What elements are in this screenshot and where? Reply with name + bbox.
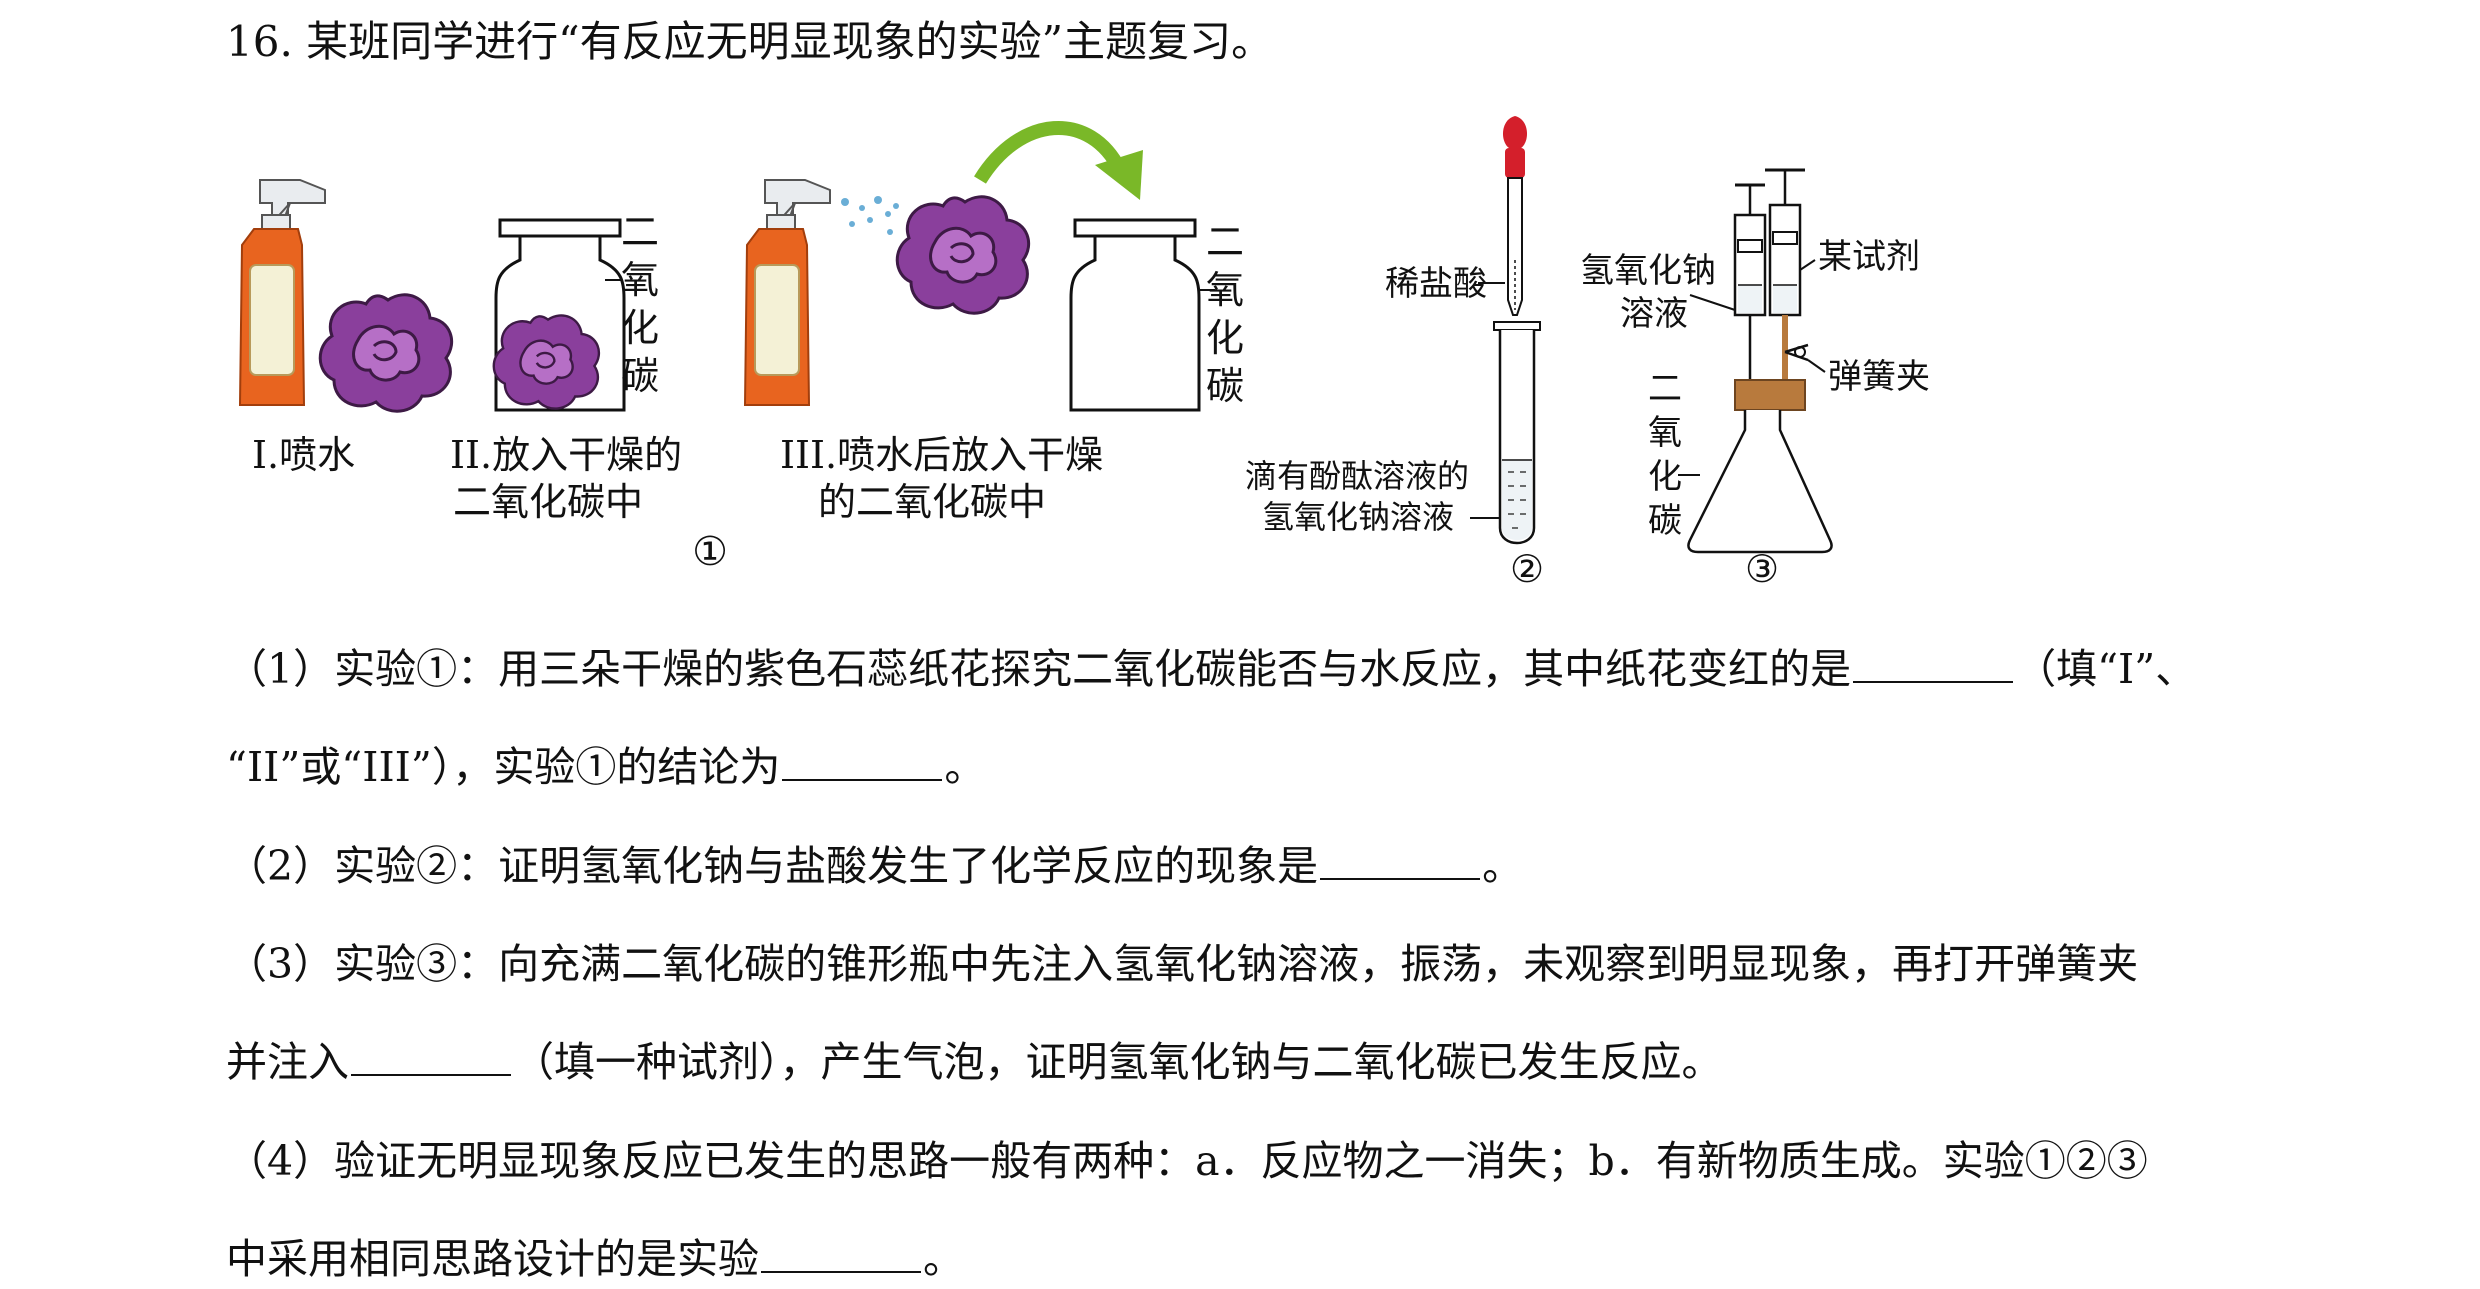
jar-label-char: 氧 bbox=[1206, 268, 1244, 312]
experiment-3-number: ③ bbox=[1745, 547, 1779, 591]
naoh-label-line1: 氢氧化钠 bbox=[1580, 251, 1716, 291]
question-4-line2: 中采用相同思路设计的是实验 。 bbox=[226, 1225, 964, 1285]
spray-bottle-icon bbox=[239, 179, 326, 406]
syringe-naoh-icon bbox=[1733, 183, 1767, 380]
spray-bottle-icon bbox=[744, 179, 831, 406]
flower-in-jar-icon bbox=[492, 314, 601, 410]
reagent-label: 某试剂 bbox=[1818, 237, 1920, 277]
q2-text-a: （2）实验②：证明氢氧化钠与盐酸发生了化学反应的现象是 bbox=[226, 842, 1319, 890]
dropper-label: 稀盐酸 bbox=[1385, 264, 1487, 304]
question-3-line1: （3）实验③：向充满二氧化碳的锥形瓶中先注入氢氧化钠溶液，振荡，未观察到明显现象… bbox=[226, 940, 2139, 988]
q1-conclusion-blank[interactable] bbox=[782, 745, 943, 781]
experiment-2-number: ② bbox=[1510, 547, 1544, 591]
jar-label-char: 氧 bbox=[621, 258, 659, 302]
step2-label-line2: 二氧化碳中 bbox=[453, 480, 643, 524]
jar-label-char: 碳 bbox=[1206, 364, 1244, 408]
step3-label-line1: III.喷水后放入干燥 bbox=[780, 433, 1103, 477]
clip-label: 弹簧夹 bbox=[1828, 357, 1930, 397]
wet-flower-icon bbox=[895, 195, 1031, 315]
question-2: （2）实验②：证明氢氧化钠与盐酸发生了化学反应的现象是 。 bbox=[226, 832, 1523, 892]
experiment-1-number: ① bbox=[692, 529, 728, 575]
step2-label-line1: II.放入干燥的 bbox=[450, 433, 682, 477]
q2-text-b: 。 bbox=[1482, 842, 1524, 890]
jar-label-char: 化 bbox=[621, 306, 659, 350]
q3-text-a: 并注入 bbox=[226, 1038, 349, 1086]
tube-label-line1: 滴有酚酞溶液的 bbox=[1245, 457, 1469, 495]
arrow-head-icon bbox=[1095, 150, 1143, 200]
question-1-line2: “II”或“III”），实验①的结论为 。 bbox=[226, 733, 985, 793]
tube-label-line2: 氢氧化钠溶液 bbox=[1262, 498, 1454, 536]
naoh-label-line2: 溶液 bbox=[1620, 294, 1688, 334]
test-tube-icon bbox=[1493, 321, 1541, 545]
q1-answer-blank[interactable] bbox=[1853, 647, 2014, 683]
q1-text-c: “II”或“III”），实验①的结论为 bbox=[226, 743, 781, 791]
q4-answer-blank[interactable] bbox=[761, 1237, 921, 1273]
q1-text-b: （填“I”、 bbox=[2015, 645, 2197, 693]
gas-jar-icon bbox=[1069, 218, 1201, 412]
q2-answer-blank[interactable] bbox=[1320, 844, 1481, 880]
jar-label-char: 二 bbox=[621, 210, 659, 254]
conical-flask-icon bbox=[1687, 379, 1833, 554]
q3-text-b: （填一种试剂），产生气泡，证明氢氧化钠与二氧化碳已发生反应。 bbox=[513, 1038, 1723, 1086]
flask-label-char: 氧 bbox=[1648, 413, 1682, 453]
water-mist-icon bbox=[841, 196, 899, 235]
experiment-figure: 二 氧 化 碳 二 氧 化 碳 I.喷水 II.放入干燥的 二氧化碳中 III.… bbox=[239, 116, 1930, 591]
flask-label-char: 化 bbox=[1648, 457, 1682, 497]
green-arrow-icon bbox=[974, 120, 1127, 184]
spring-clip-icon bbox=[1784, 343, 1809, 362]
jar-label-char: 化 bbox=[1206, 316, 1244, 360]
q1-text-a: （1）实验①：用三朵干燥的紫色石蕊纸花探究二氧化碳能否与水反应，其中纸花变红的是 bbox=[226, 645, 1852, 693]
q1-text-d: 。 bbox=[944, 743, 986, 791]
step1-label: I.喷水 bbox=[252, 433, 355, 477]
q4-text-a: 中采用相同思路设计的是实验 bbox=[226, 1235, 759, 1283]
step3-label-line2: 的二氧化碳中 bbox=[818, 480, 1046, 524]
q3-answer-blank[interactable] bbox=[351, 1040, 511, 1076]
jar-label-char: 碳 bbox=[621, 354, 659, 398]
question-3-line2: 并注入 （填一种试剂），产生气泡，证明氢氧化钠与二氧化碳已发生反应。 bbox=[226, 1028, 1723, 1088]
question-1-line1: （1）实验①：用三朵干燥的紫色石蕊纸花探究二氧化碳能否与水反应，其中纸花变红的是… bbox=[226, 635, 2196, 695]
flower-icon bbox=[318, 293, 454, 413]
flask-label-char: 二 bbox=[1648, 369, 1682, 409]
dropper-icon bbox=[1502, 116, 1528, 316]
q4-text-b: 。 bbox=[923, 1235, 964, 1283]
flask-label-char: 碳 bbox=[1648, 501, 1682, 541]
jar-label-char: 二 bbox=[1206, 220, 1244, 264]
question-4-line1: （4）验证无明显现象反应已发生的思路一般有两种：a．反应物之一消失；b．有新物质… bbox=[226, 1137, 2148, 1185]
